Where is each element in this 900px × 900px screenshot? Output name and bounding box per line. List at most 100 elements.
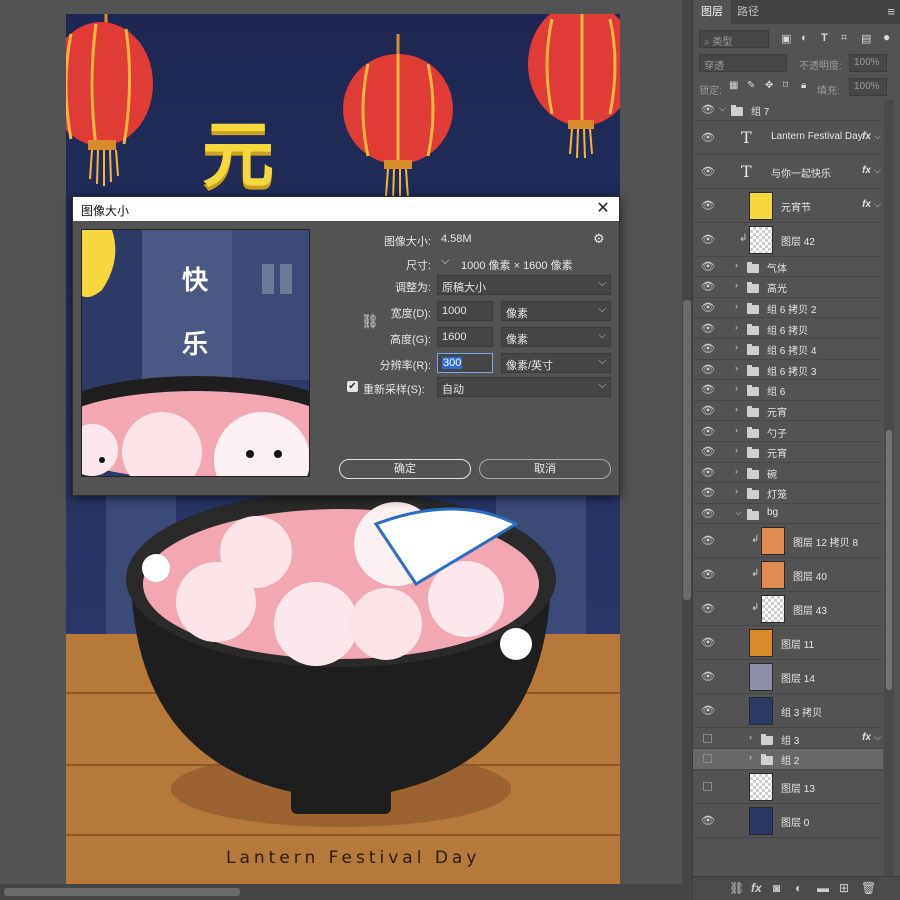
visibility-eye-icon[interactable]: 👁︎ — [701, 103, 715, 116]
visibility-eye-icon[interactable]: 👁︎ — [701, 568, 715, 581]
layer-row[interactable]: 👁︎ › 气体 — [693, 257, 883, 278]
visibility-eye-icon[interactable]: 👁︎ — [701, 342, 715, 355]
canvas-horizontal-scroll-thumb[interactable] — [4, 888, 240, 896]
layer-row[interactable]: 👁︎ › 元宵 — [693, 442, 883, 463]
gear-icon[interactable]: ⚙ — [593, 231, 605, 247]
add-style-icon[interactable]: fx — [751, 881, 762, 895]
link-layers-icon[interactable]: ⛓ — [729, 881, 744, 895]
resolution-input[interactable]: 300 — [437, 353, 493, 373]
new-adjustment-icon[interactable]: ◐ — [795, 881, 802, 895]
layer-row[interactable]: 👁︎ ↲ 图层 43 — [693, 592, 883, 627]
lock-transparent-icon[interactable]: ▦ — [729, 80, 738, 91]
fx-icon[interactable]: fx — [862, 732, 871, 743]
resample-select[interactable]: 自动 ⌵ — [437, 377, 611, 397]
fx-icon[interactable]: fx — [862, 131, 871, 142]
ok-button[interactable]: 确定 — [339, 459, 471, 479]
layer-row[interactable]: 👁︎ ⌵ 组 7 — [693, 100, 883, 121]
layer-row[interactable]: 👁︎ › 组 6 — [693, 380, 883, 401]
resample-checkbox[interactable]: ✔ — [347, 381, 358, 392]
fill-input[interactable]: 100% — [849, 78, 887, 96]
visibility-eye-icon[interactable]: 👁︎ — [701, 534, 715, 547]
chevron-right-icon[interactable]: › — [735, 322, 738, 332]
canvas-vertical-scroll-thumb[interactable] — [683, 300, 691, 600]
chevron-down-icon[interactable]: ⌵ — [735, 507, 742, 518]
layer-row[interactable]: 👁︎ › 组 6 拷贝 4 — [693, 339, 883, 360]
visibility-eye-icon[interactable]: 👁︎ — [701, 260, 715, 273]
width-unit-select[interactable]: 像素 ⌵ — [501, 301, 611, 321]
fit-to-select[interactable]: 原稿大小 ⌵ — [437, 275, 611, 295]
chevron-right-icon[interactable]: › — [735, 363, 738, 373]
height-unit-select[interactable]: 像素 ⌵ — [501, 327, 611, 347]
layer-row[interactable]: › 组 3 fx ⌵ — [693, 728, 883, 749]
layer-row[interactable]: 👁︎ › 高光 — [693, 277, 883, 298]
visibility-eye-icon[interactable]: 👁︎ — [701, 425, 715, 438]
new-group-icon[interactable]: ▬ — [817, 881, 829, 895]
layer-list[interactable]: 👁︎ ⌵ 组 7 👁︎ T Lantern Festival Day fx ⌵ 👁︎ T 与你一起快… — [693, 100, 883, 876]
layer-row[interactable]: › 组 2 — [693, 749, 883, 770]
visibility-eye-icon[interactable]: 👁︎ — [701, 814, 715, 827]
layer-row[interactable]: 👁︎ 图层 11 — [693, 626, 883, 661]
chevron-down-icon[interactable]: ⌵ — [719, 103, 726, 114]
blend-mode-select[interactable]: 穿透 — [699, 54, 787, 72]
image-preview[interactable]: 快 乐 — [81, 229, 310, 477]
visibility-eye-icon[interactable]: 👁︎ — [701, 445, 715, 458]
visibility-eye-icon[interactable]: 👁︎ — [701, 165, 715, 178]
visibility-eye-icon[interactable]: 👁︎ — [701, 280, 715, 293]
chevron-right-icon[interactable]: › — [735, 342, 738, 352]
panel-menu-icon[interactable]: ≡ — [887, 4, 895, 19]
visibility-off-icon[interactable] — [703, 754, 712, 764]
layer-row[interactable]: 👁︎ 组 3 拷贝 — [693, 694, 883, 729]
dialog-titlebar[interactable]: 图像大小 ✕ — [73, 197, 619, 221]
lock-position-icon[interactable]: ✥ — [765, 80, 773, 91]
visibility-eye-icon[interactable]: 👁︎ — [701, 404, 715, 417]
visibility-eye-icon[interactable]: 👁︎ — [701, 301, 715, 314]
chevron-right-icon[interactable]: › — [735, 260, 738, 270]
chevron-right-icon[interactable]: › — [749, 732, 752, 742]
tab-layers[interactable]: 图层 — [693, 0, 731, 24]
filter-toggle-icon[interactable]: ● — [883, 30, 890, 44]
canvas-horizontal-scrollbar[interactable] — [0, 884, 692, 900]
layer-row[interactable]: 👁︎ T Lantern Festival Day fx ⌵ — [693, 121, 883, 155]
visibility-eye-icon[interactable]: 👁︎ — [701, 233, 715, 246]
chevron-right-icon[interactable]: › — [735, 404, 738, 414]
fx-icon[interactable]: fx — [862, 165, 871, 176]
layer-row[interactable]: 👁︎ › 组 6 拷贝 2 — [693, 298, 883, 319]
chevron-right-icon[interactable]: › — [735, 425, 738, 435]
visibility-eye-icon[interactable]: 👁︎ — [701, 383, 715, 396]
chevron-right-icon[interactable]: › — [735, 301, 738, 311]
tab-paths[interactable]: 路径 — [729, 0, 767, 24]
layer-row[interactable]: 👁︎ ↲ 图层 12 拷贝 8 — [693, 524, 883, 559]
visibility-eye-icon[interactable]: 👁︎ — [701, 199, 715, 212]
layer-row[interactable]: 👁︎ › 组 6 拷贝 — [693, 318, 883, 339]
visibility-eye-icon[interactable]: 👁︎ — [701, 507, 715, 520]
layer-row[interactable]: 👁︎ 元宵节 fx ⌵ — [693, 189, 883, 223]
visibility-eye-icon[interactable]: 👁︎ — [701, 486, 715, 499]
cancel-button[interactable]: 取消 — [479, 459, 611, 479]
chevron-right-icon[interactable]: › — [749, 752, 752, 762]
resolution-unit-select[interactable]: 像素/英寸 ⌵ — [501, 353, 611, 373]
layer-row[interactable]: 👁︎ ⌵ bg — [693, 504, 883, 525]
layer-row[interactable]: 👁︎ 图层 0 — [693, 804, 883, 838]
chevron-right-icon[interactable]: › — [735, 383, 738, 393]
visibility-eye-icon[interactable]: 👁︎ — [701, 670, 715, 683]
filter-shape-icon[interactable]: ⌗ — [841, 32, 847, 45]
visibility-off-icon[interactable] — [703, 781, 712, 791]
filter-pixel-icon[interactable]: ▣ — [781, 32, 791, 45]
height-input[interactable]: 1600 — [437, 327, 493, 347]
chevron-right-icon[interactable]: › — [735, 486, 738, 496]
visibility-eye-icon[interactable]: 👁︎ — [701, 602, 715, 615]
chevron-down-icon[interactable]: ⌵ — [874, 165, 881, 176]
chevron-down-icon[interactable]: ⌵ — [874, 732, 881, 743]
visibility-eye-icon[interactable]: 👁︎ — [701, 363, 715, 376]
close-icon[interactable]: ✕ — [593, 199, 613, 219]
chevron-down-icon[interactable]: ⌵ — [874, 199, 881, 210]
chevron-right-icon[interactable]: › — [735, 466, 738, 476]
visibility-off-icon[interactable] — [703, 733, 712, 743]
lock-all-icon[interactable]: 🔒︎ — [801, 80, 806, 91]
canvas-vertical-scrollbar[interactable] — [682, 0, 692, 884]
filter-type-icon[interactable]: T — [821, 32, 828, 44]
lock-image-icon[interactable]: ✎ — [747, 80, 755, 91]
layers-scroll-thumb[interactable] — [886, 430, 892, 690]
chevron-right-icon[interactable]: › — [735, 280, 738, 290]
visibility-eye-icon[interactable]: 👁︎ — [701, 131, 715, 144]
